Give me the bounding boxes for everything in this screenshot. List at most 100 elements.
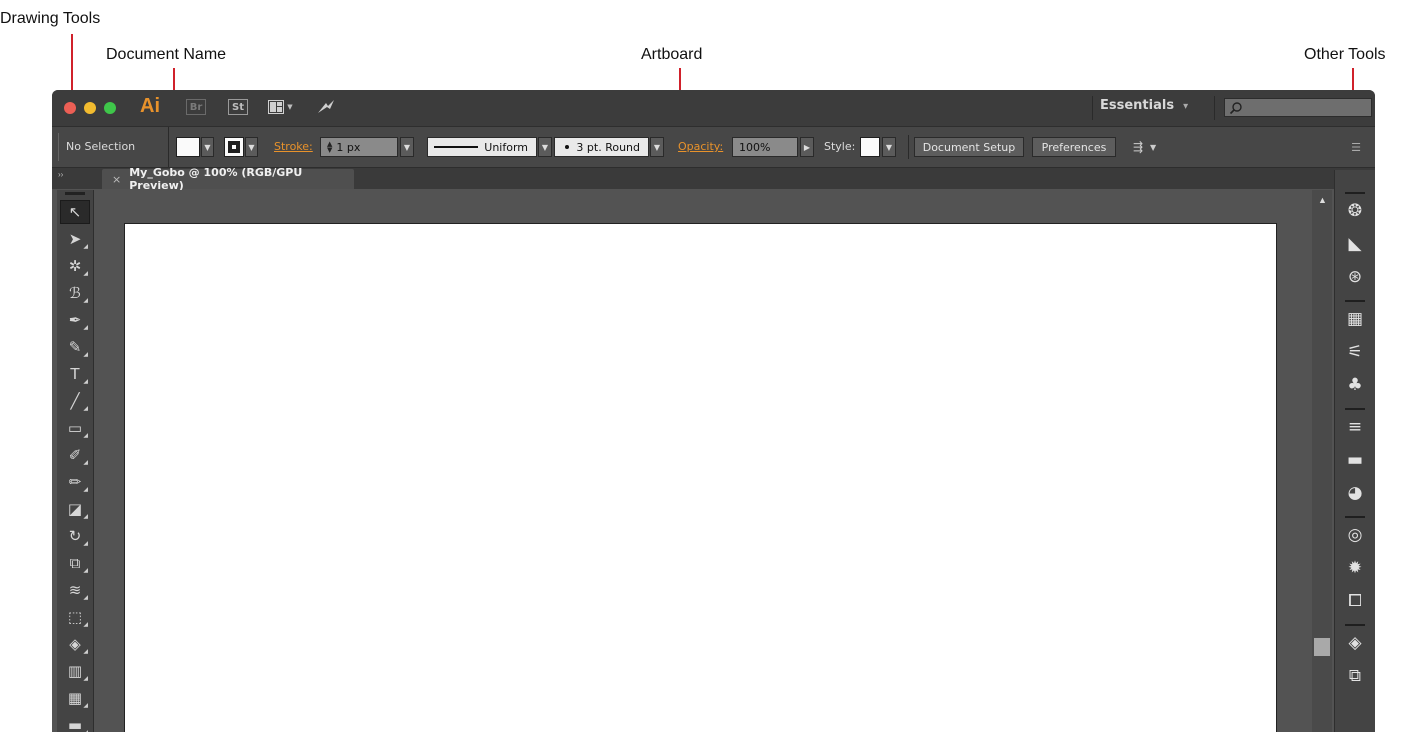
line-segment-tool-glyph: ╱ xyxy=(70,392,80,410)
stroke-panel-link[interactable]: Stroke: xyxy=(274,140,313,153)
close-window-button[interactable] xyxy=(64,102,76,114)
panel-group-grip[interactable] xyxy=(1345,408,1365,410)
symbols-panel-icon[interactable]: ♣ xyxy=(1341,372,1369,398)
rectangle-tool-icon[interactable]: ▭ ◢ xyxy=(60,416,90,440)
line-segment-tool-icon[interactable]: ╱ ◢ xyxy=(60,389,90,413)
color-panel-icon[interactable]: ❂ xyxy=(1341,198,1369,224)
separator xyxy=(1092,96,1093,120)
color-guide-panel-icon[interactable]: ◣ xyxy=(1341,231,1369,257)
flyout-indicator-icon: ◢ xyxy=(83,405,88,412)
style-label: Style: xyxy=(824,140,856,153)
artboards-panel-icon[interactable]: ⧉ xyxy=(1341,663,1369,689)
stroke-weight-dropdown[interactable]: ▼ xyxy=(400,137,414,157)
profile-dropdown[interactable]: ▼ xyxy=(538,137,552,157)
stroke-weight-field[interactable]: ▲ ▼ 1 px xyxy=(320,137,398,157)
mesh-tool-icon[interactable]: ▦ ◢ xyxy=(60,686,90,710)
separator xyxy=(908,135,909,159)
panel-group-grip[interactable] xyxy=(1345,516,1365,518)
flyout-indicator-icon: ◢ xyxy=(83,567,88,574)
layers-panel-icon[interactable]: ◈ xyxy=(1341,630,1369,656)
collapse-toolbar-icon[interactable]: ›› xyxy=(58,170,63,179)
document-setup-button[interactable]: Document Setup xyxy=(914,137,1024,157)
panel-group-grip[interactable] xyxy=(1345,624,1365,626)
chevron-down-icon[interactable]: ▼ xyxy=(1150,137,1160,157)
scrollbar-thumb[interactable] xyxy=(1314,638,1330,656)
selection-tool-icon[interactable]: ↖ xyxy=(60,200,90,224)
brushes-panel-icon[interactable]: ⚟ xyxy=(1341,339,1369,365)
document-tab[interactable]: × My_Gobo @ 100% (RGB/GPU Preview) xyxy=(102,166,354,192)
toolbar-grip[interactable] xyxy=(65,192,85,195)
warp-tool-icon[interactable]: ≋ ◢ xyxy=(60,578,90,602)
opacity-slider-button[interactable]: ▶ xyxy=(800,137,814,157)
isolation-mode-icon[interactable]: ⇶ xyxy=(1126,137,1150,157)
graph-tool-icon[interactable]: ▥ ◢ xyxy=(60,659,90,683)
workspace-switcher[interactable]: Essentials ▾ xyxy=(1100,98,1188,113)
search-icon xyxy=(1229,102,1242,115)
flyout-indicator-icon: ◢ xyxy=(83,324,88,331)
workspace-label: Essentials xyxy=(1100,98,1175,113)
arrange-documents-icon[interactable] xyxy=(268,99,284,115)
flyout-indicator-icon: ◢ xyxy=(83,594,88,601)
chevron-down-icon: ▾ xyxy=(1183,101,1189,112)
gradient-tool-icon[interactable]: ▬◢ xyxy=(60,713,90,732)
gradient-panel-icon[interactable]: ▬ xyxy=(1341,447,1369,473)
stock-icon[interactable]: St xyxy=(228,99,248,115)
graphic-style-dropdown[interactable]: ▼ xyxy=(882,137,896,157)
line-preview-icon xyxy=(434,146,478,148)
scale-tool-icon[interactable]: ⧉ ◢ xyxy=(60,551,90,575)
help-search-input[interactable] xyxy=(1224,98,1372,117)
curvature-tool-glyph: ✎ xyxy=(68,338,82,356)
type-tool-icon[interactable]: T ◢ xyxy=(60,362,90,386)
lasso-tool-glyph: ℬ xyxy=(69,284,81,302)
chevron-down-icon[interactable]: ▼ xyxy=(286,99,294,115)
bridge-icon[interactable]: Br xyxy=(186,99,206,115)
stroke-swatch[interactable] xyxy=(224,137,244,157)
stroke-panel-icon[interactable]: ≡ xyxy=(1341,414,1369,440)
callout-other-tools: Other Tools xyxy=(1304,46,1386,63)
paintbrush-tool-icon[interactable]: ✐ ◢ xyxy=(60,443,90,467)
opacity-field[interactable]: 100% xyxy=(732,137,798,157)
eraser-tool-icon[interactable]: ◪ ◢ xyxy=(60,497,90,521)
close-tab-icon[interactable]: × xyxy=(112,173,121,186)
fill-swatch[interactable] xyxy=(176,137,200,157)
magic-wand-tool-icon[interactable]: ✲ ◢ xyxy=(60,254,90,278)
scroll-up-icon[interactable]: ▲ xyxy=(1318,195,1327,205)
libraries-panel-icon[interactable]: ◎ xyxy=(1341,522,1369,548)
maximize-window-button[interactable] xyxy=(104,102,116,114)
brush-dropdown[interactable]: ▼ xyxy=(650,137,664,157)
panel-group-grip[interactable] xyxy=(1345,300,1365,302)
asset-export-panel-icon[interactable]: ⧠ xyxy=(1341,588,1369,614)
control-bar-menu-icon[interactable]: ☰ xyxy=(1346,137,1366,157)
appearance-panel-icon[interactable]: ✹ xyxy=(1341,555,1369,581)
direct-selection-tool-icon[interactable]: ➤ ◢ xyxy=(60,227,90,251)
panel-group-grip[interactable] xyxy=(1345,192,1365,194)
flyout-indicator-icon: ◢ xyxy=(83,675,88,682)
gpu-performance-icon[interactable] xyxy=(316,99,336,115)
shaper-tool-icon[interactable]: ✏ ◢ xyxy=(60,470,90,494)
opacity-panel-link[interactable]: Opacity: xyxy=(678,140,723,153)
canvas-area[interactable] xyxy=(104,190,1332,732)
color-themes-panel-icon[interactable]: ⊛ xyxy=(1341,264,1369,290)
curvature-tool-icon[interactable]: ✎ ◢ xyxy=(60,335,90,359)
rotate-tool-icon[interactable]: ↻ ◢ xyxy=(60,524,90,548)
shape-builder-tool-icon[interactable]: ◈ ◢ xyxy=(60,632,90,656)
minimize-window-button[interactable] xyxy=(84,102,96,114)
flyout-indicator-icon: ◢ xyxy=(83,297,88,304)
pen-tool-icon[interactable]: ✒ ◢ xyxy=(60,308,90,332)
swatches-panel-icon[interactable]: ▦ xyxy=(1341,306,1369,332)
preferences-button[interactable]: Preferences xyxy=(1032,137,1116,157)
selection-status: No Selection xyxy=(66,140,136,153)
lasso-tool-icon[interactable]: ℬ ◢ xyxy=(60,281,90,305)
variable-width-profile[interactable]: Uniform xyxy=(427,137,537,157)
graphic-style-swatch[interactable] xyxy=(860,137,880,157)
mesh-tool-glyph: ▦ xyxy=(67,689,83,707)
brush-definition[interactable]: 3 pt. Round xyxy=(554,137,649,157)
artboard[interactable] xyxy=(124,223,1277,732)
fill-dropdown-button[interactable]: ▼ xyxy=(201,137,214,157)
transparency-panel-icon[interactable]: ◕ xyxy=(1341,480,1369,506)
stepper-icon[interactable]: ▲ ▼ xyxy=(327,141,332,154)
free-transform-tool-icon[interactable]: ⬚ ◢ xyxy=(60,605,90,629)
flyout-indicator-icon: ◢ xyxy=(83,540,88,547)
stroke-dropdown-button[interactable]: ▼ xyxy=(245,137,258,157)
vertical-scrollbar[interactable]: ▲ xyxy=(1312,190,1332,732)
